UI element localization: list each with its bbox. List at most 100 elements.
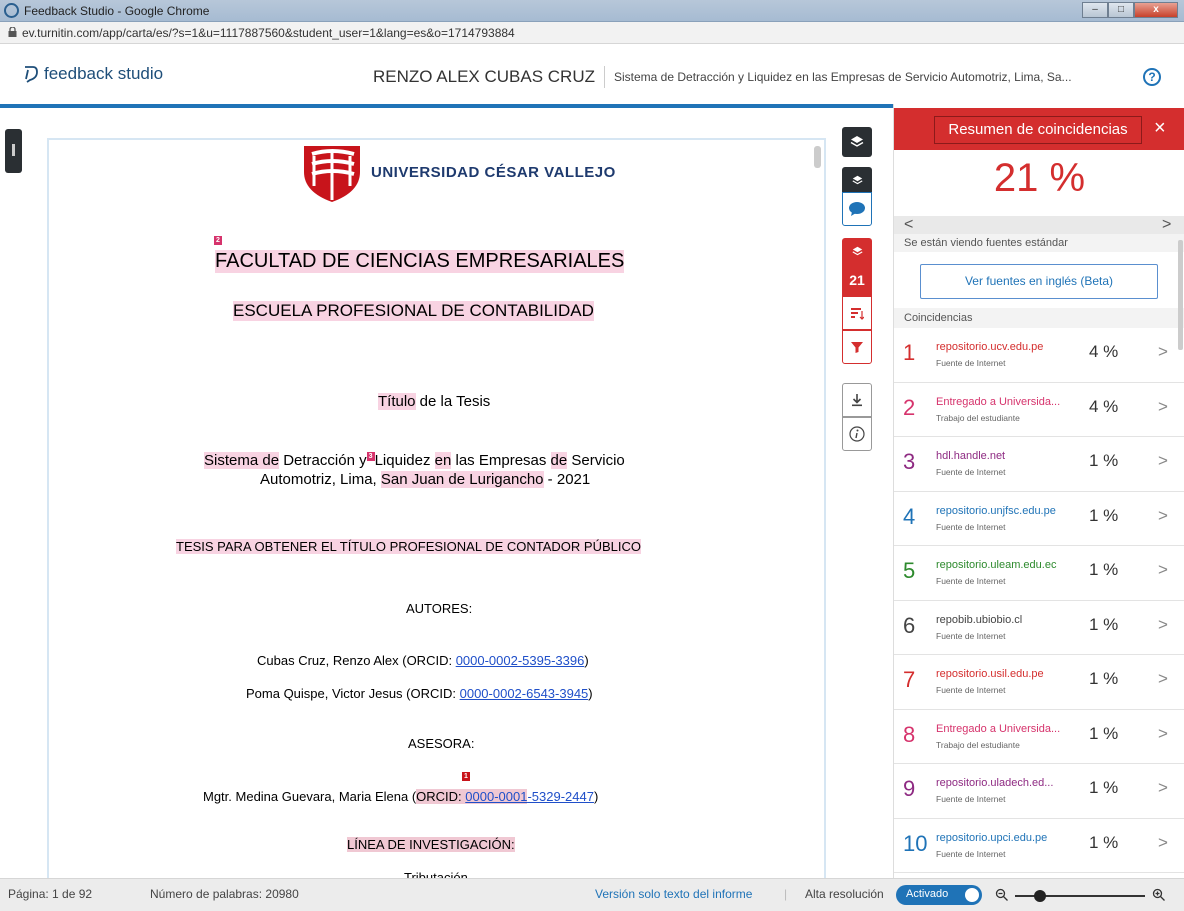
address-bar[interactable]: ev.turnitin.com/app/carta/es/?s=1&u=1117… — [0, 22, 1184, 44]
submission-info-button[interactable] — [842, 417, 872, 451]
minimize-button[interactable]: – — [1082, 2, 1108, 18]
filter-icon — [851, 342, 863, 353]
match-marker[interactable]: 1 — [462, 772, 470, 781]
maximize-button[interactable]: □ — [1108, 2, 1134, 18]
match-number: 1 — [903, 340, 916, 365]
match-list-item[interactable]: 10 repositorio.upci.edu.pe Fuente de Inter… — [894, 819, 1184, 873]
close-window-button[interactable]: x — [1134, 2, 1178, 18]
orcid-link[interactable]: 0000-0002-6543-3945 — [460, 686, 589, 701]
match-source[interactable]: repositorio.uladech.ed... — [936, 777, 1076, 789]
text-only-report-link[interactable]: Versión solo texto del informe — [595, 887, 752, 901]
download-button[interactable] — [842, 383, 872, 417]
window-controls: – □ x — [1082, 2, 1178, 18]
chevron-right-icon[interactable]: > — [1158, 397, 1168, 417]
next-arrow-icon[interactable]: > — [1162, 216, 1171, 234]
match-number: 3 — [903, 449, 916, 474]
match-number: 7 — [903, 667, 916, 692]
panel-scrollbar[interactable] — [1178, 240, 1183, 350]
match-list-item[interactable]: 8 Entregado a Universida... Trabajo del es… — [894, 710, 1184, 764]
match-list-item[interactable]: 5 repositorio.uleam.edu.ec Fuente de Inter… — [894, 546, 1184, 601]
match-list-item[interactable]: 1 repositorio.ucv.edu.pe Fuente de Interne… — [894, 328, 1184, 383]
match-marker[interactable]: 3 — [366, 452, 375, 461]
match-source[interactable]: repositorio.ucv.edu.pe — [936, 341, 1076, 353]
match-source-type: Fuente de Internet — [936, 685, 1006, 695]
chevron-right-icon[interactable]: > — [1158, 669, 1168, 689]
match-source[interactable]: Entregado a Universida... — [936, 723, 1076, 735]
match-source[interactable]: repositorio.upci.edu.pe — [936, 832, 1076, 844]
match-list-item[interactable]: 9 repositorio.uladech.ed... Fuente de Inte… — [894, 764, 1184, 819]
word-count: Número de palabras: 20980 — [150, 887, 299, 901]
page-indicator: Página: 1 de 92 — [8, 887, 93, 901]
zoom-slider-handle[interactable] — [1034, 890, 1046, 902]
match-percentage: 1 % — [1089, 669, 1119, 688]
degree-line[interactable]: TESIS PARA OBTENER EL TÍTULO PROFESIONAL… — [176, 539, 641, 554]
side-panel-toggle[interactable] — [5, 129, 22, 173]
match-list-item[interactable]: 2 Entregado a Universida... Trabajo del es… — [894, 383, 1184, 437]
match-percentage: 1 % — [1089, 832, 1119, 852]
match-overview-panel: Resumen de coincidencias × 21 % < > Se e… — [893, 104, 1184, 878]
match-percentage: 1 % — [1089, 560, 1119, 579]
feedback-studio-logo[interactable]: feedback studio — [22, 64, 163, 84]
match-number: 4 — [903, 503, 916, 529]
close-panel-icon[interactable]: × — [1154, 118, 1166, 138]
school-heading[interactable]: ESCUELA PROFESIONAL DE CONTABILIDAD — [233, 301, 594, 321]
ucv-shield-logo — [304, 146, 360, 202]
match-list-item[interactable]: 4 repositorio.unjfsc.edu.pe Fuente de Inte… — [894, 492, 1184, 546]
orcid-link[interactable]: 0000-0002-5395-3396 — [456, 653, 585, 668]
english-sources-button[interactable]: Ver fuentes en inglés (Beta) — [920, 264, 1158, 299]
overall-similarity: 21 % — [993, 156, 1086, 200]
match-overview-button[interactable]: 21 — [842, 264, 872, 296]
match-source[interactable]: hdl.handle.net — [936, 450, 1076, 462]
match-marker[interactable]: 2 — [214, 236, 222, 245]
chevron-right-icon[interactable]: > — [1158, 724, 1168, 744]
lock-icon — [8, 27, 17, 37]
highlighted-word[interactable]: Título — [378, 393, 416, 410]
advisor-line: Mgtr. Medina Guevara, Maria Elena (ORCID… — [203, 789, 599, 804]
chevron-right-icon[interactable]: > — [1158, 506, 1168, 526]
match-source[interactable]: repositorio.unjfsc.edu.pe — [936, 505, 1076, 517]
help-icon[interactable]: ? — [1143, 68, 1161, 86]
match-source-type: Trabajo del estudiante — [936, 739, 1020, 750]
match-source[interactable]: repobib.ubiobio.cl — [936, 614, 1076, 626]
match-number: 10 — [903, 830, 928, 856]
chevron-right-icon[interactable]: > — [1158, 342, 1168, 362]
zoom-out-icon[interactable] — [995, 888, 1009, 902]
chevron-right-icon[interactable]: > — [1158, 778, 1168, 798]
similarity-layer-header[interactable] — [842, 238, 872, 264]
feedback-layer-header[interactable] — [842, 167, 872, 193]
orcid-link[interactable]: 0000-0001 — [465, 789, 528, 804]
chevron-right-icon[interactable]: > — [1158, 451, 1168, 471]
match-source-type: Fuente de Internet — [936, 358, 1006, 368]
document-scrollbar[interactable] — [814, 146, 821, 168]
panel-title: Resumen de coincidencias — [934, 116, 1142, 144]
match-list-item[interactable]: 7 repositorio.usil.edu.pe Fuente de Intern… — [894, 655, 1184, 710]
match-source[interactable]: Entregado a Universida... — [936, 396, 1076, 408]
match-list-item[interactable]: 6 repobib.ubiobio.cl Fuente de Internet 1 %… — [894, 601, 1184, 655]
all-sources-button[interactable] — [842, 296, 872, 330]
previous-arrow-icon[interactable]: < — [904, 216, 913, 234]
filters-button[interactable] — [842, 330, 872, 364]
high-res-label: Alta resolución — [805, 887, 884, 901]
match-source-type: Fuente de Internet — [936, 576, 1006, 586]
chevron-right-icon[interactable]: > — [1158, 833, 1168, 853]
chevron-right-icon[interactable]: > — [1158, 615, 1168, 635]
match-list-item[interactable]: 3 hdl.handle.net Fuente de Internet 1 % > — [894, 437, 1184, 492]
panel-header: Resumen de coincidencias × — [894, 108, 1184, 150]
layers-button[interactable] — [842, 127, 872, 157]
match-source[interactable]: repositorio.uleam.edu.ec — [936, 559, 1076, 571]
comments-button[interactable] — [842, 192, 872, 226]
chevron-right-icon[interactable]: > — [1158, 560, 1168, 580]
match-source-type: Fuente de Internet — [936, 848, 1006, 859]
thesis-title-label: Título de la Tesis — [378, 393, 491, 410]
url-text[interactable]: ev.turnitin.com/app/carta/es/?s=1&u=1117… — [22, 26, 515, 40]
layers-icon — [850, 136, 864, 147]
zoom-in-icon[interactable] — [1152, 888, 1166, 902]
faculty-heading[interactable]: FACULTAD DE CIENCIAS EMPRESARIALES — [215, 250, 625, 273]
match-source[interactable]: repositorio.usil.edu.pe — [936, 668, 1076, 680]
author-2: Poma Quispe, Victor Jesus (ORCID: 0000-0… — [246, 686, 593, 701]
header-accent-line — [0, 104, 893, 108]
advisor-heading: ASESORA: — [408, 736, 475, 751]
research-line-heading[interactable]: LÍNEA DE INVESTIGACIÓN: — [347, 837, 515, 852]
thesis-title-line1: Sistema de Detracción y 3 Liquidez en las … — [204, 452, 625, 469]
high-res-toggle[interactable]: Activado — [896, 885, 982, 905]
